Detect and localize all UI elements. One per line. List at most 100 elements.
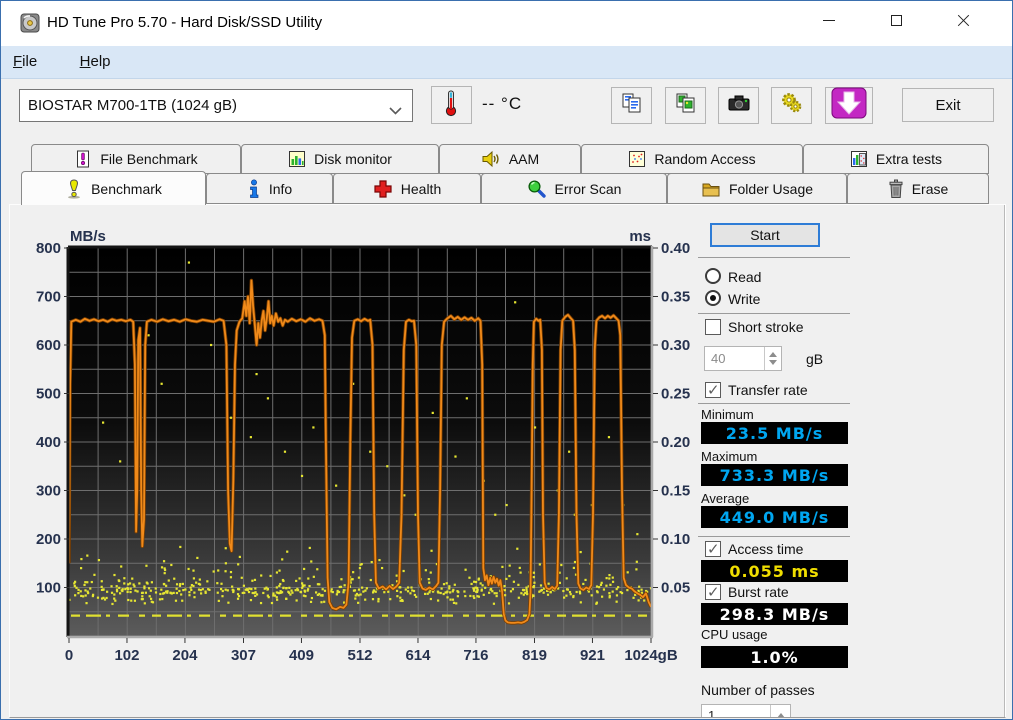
file-benchmark-icon [74,150,92,168]
gears-icon [780,91,804,120]
tab-health[interactable]: Health [333,173,481,204]
tab-label: AAM [508,151,540,167]
menu-item-file[interactable]: File [1,46,49,70]
copy-image-button[interactable] [665,87,706,124]
app-window: HD Tune Pro 5.70 - Hard Disk/SSD Utility… [0,0,1013,720]
step-up-icon[interactable] [776,712,785,717]
svg-text:0.20: 0.20 [661,434,690,451]
tab-label: Erase [911,180,949,197]
tab-extra-tests[interactable]: Extra tests [803,144,989,174]
short-stroke-label: Short stroke [728,319,804,335]
tab-info[interactable]: Info [206,173,333,204]
tab-file-benchmark[interactable]: File Benchmark [31,144,241,174]
drive-select[interactable]: BIOSTAR M700-1TB (1024 gB) [19,89,413,122]
svg-text:819: 819 [522,647,547,664]
tab-label: Benchmark [91,180,162,197]
svg-text:512: 512 [347,647,372,664]
maximize-button[interactable] [873,5,919,36]
separator [698,536,850,537]
svg-text:921: 921 [580,647,605,664]
close-button[interactable] [940,5,986,36]
average-value: 449.0 MB/s [701,506,848,528]
tab-label: Disk monitor [314,151,392,167]
toolbar: BIOSTAR M700-1TB (1024 gB) -- °C Exit [1,79,1012,144]
access-time-checkbox[interactable] [705,540,721,558]
extra-tests-icon [850,150,868,168]
svg-text:102: 102 [114,647,139,664]
svg-text:0.25: 0.25 [661,386,690,403]
close-icon [957,14,970,27]
minimum-label: Minimum [701,407,754,422]
thermometer-icon [444,89,460,122]
svg-text:ms: ms [629,228,651,245]
options-button[interactable] [771,87,812,124]
short-stroke-size-stepper[interactable]: 40 [704,346,782,371]
write-radio-label: Write [728,291,761,307]
svg-text:1024gB: 1024gB [624,647,678,664]
minimize-button[interactable] [806,5,852,36]
svg-text:307: 307 [231,647,256,664]
passes-value: 1 [708,708,716,718]
temperature-readout: -- °C [482,94,523,113]
svg-text:0.30: 0.30 [661,337,690,354]
tab-label: Random Access [654,151,756,167]
error-scan-icon [527,179,547,199]
passes-stepper[interactable]: 1 [701,704,791,718]
maximum-value: 733.3 MB/s [701,464,848,486]
svg-text:500: 500 [36,386,61,403]
aam-icon [481,150,501,168]
svg-text:100: 100 [36,580,61,597]
tab-disk-monitor[interactable]: Disk monitor [241,144,439,174]
burst-rate-checkbox[interactable] [705,583,721,601]
tab-error-scan[interactable]: Error Scan [481,173,667,204]
save-button[interactable] [825,87,873,124]
tab-aam[interactable]: AAM [439,144,581,174]
short-stroke-unit: gB [806,351,824,367]
svg-text:0.40: 0.40 [661,240,690,257]
tab-label: Error Scan [554,180,622,197]
cpu-usage-label: CPU usage [701,627,768,642]
exit-button-label: Exit [935,96,961,114]
health-icon [373,179,393,199]
write-radio[interactable] [705,290,721,306]
start-button[interactable]: Start [710,223,820,247]
title-bar: HD Tune Pro 5.70 - Hard Disk/SSD Utility [1,1,1012,46]
read-radio[interactable] [705,268,721,284]
benchmark-page: MB/s ms 800 700 600 500 400 300 200 100 0.40 0.35 0.… [9,204,1006,718]
tab-erase[interactable]: Erase [847,173,989,204]
tab-label: Info [268,180,293,197]
tab-label: Extra tests [875,151,943,167]
chevron-down-icon [389,102,402,119]
svg-text:614: 614 [405,647,431,664]
svg-text:204: 204 [172,647,198,664]
short-stroke-checkbox[interactable] [705,319,721,335]
tab-benchmark[interactable]: Benchmark [21,171,206,205]
maximum-label: Maximum [701,449,758,464]
svg-text:0.05: 0.05 [661,580,690,597]
access-time-label: Access time [728,541,804,557]
drive-select-value: BIOSTAR M700-1TB (1024 gB) [28,97,237,114]
screenshot-button[interactable] [718,87,759,124]
access-time-value: 0.055 ms [701,560,848,582]
exit-button[interactable]: Exit [902,88,994,122]
window-title: HD Tune Pro 5.70 - Hard Disk/SSD Utility [47,14,323,31]
step-down-icon[interactable] [769,360,777,365]
tab-random-access[interactable]: Random Access [581,144,803,174]
passes-label: Number of passes [701,682,815,698]
temperature-button[interactable] [431,86,472,124]
camera-icon [727,92,751,119]
transfer-rate-checkbox[interactable] [705,381,721,399]
svg-text:409: 409 [289,647,314,664]
burst-rate-label: Burst rate [728,584,789,600]
copy-text-button[interactable] [611,87,652,124]
menu-item-help[interactable]: Help [68,46,123,70]
info-icon [247,178,261,199]
copy-icon [621,92,643,119]
disk-monitor-icon [288,150,306,168]
step-up-icon[interactable] [769,352,777,357]
tab-folder-usage[interactable]: Folder Usage [667,173,847,204]
benchmark-chart: MB/s ms 800 700 600 500 400 300 200 100 0.40 0.35 0.… [36,228,690,664]
short-stroke-size-value: 40 [711,351,726,366]
svg-text:700: 700 [36,289,61,306]
svg-text:800: 800 [36,240,61,257]
